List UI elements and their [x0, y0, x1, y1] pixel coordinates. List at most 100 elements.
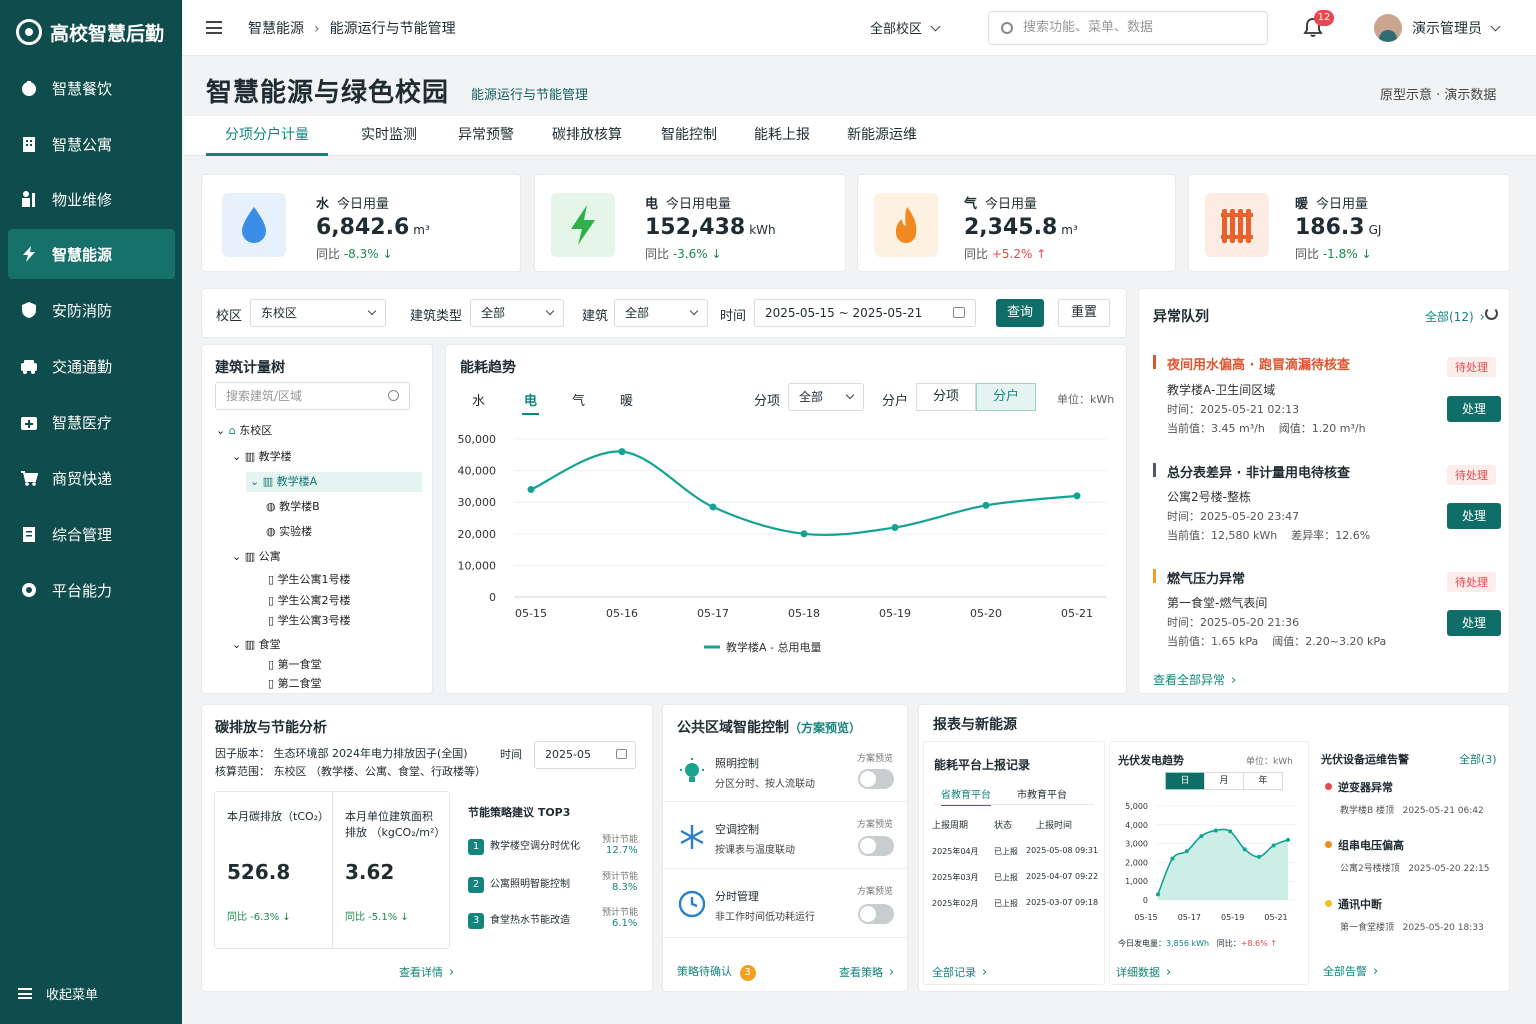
campus-filter[interactable]: 东校区 [250, 299, 386, 327]
top-item[interactable]: 1 教学楼空调分时优化 [468, 837, 580, 855]
pending-strategy[interactable]: 策略待确认 3 [677, 963, 756, 981]
tree-search-input[interactable]: 搜索建筑/区域 [215, 382, 410, 410]
top-bar: 智慧能源 › 能源运行与节能管理 全部校区 搜索功能、菜单、数据 12 演示管理员 [182, 0, 1536, 56]
tree-node[interactable]: ⌄ ⌂ 东校区 [216, 421, 272, 441]
mode-split-button[interactable]: 分项 [916, 383, 976, 411]
tab-new-energy[interactable]: 新能源运维 [836, 116, 928, 156]
refresh-icon[interactable] [1485, 307, 1498, 320]
view-all-alarms-link[interactable]: 查看全部异常 [1153, 671, 1236, 688]
all-records-link[interactable]: 全部记录 [932, 964, 987, 980]
reset-button[interactable]: 重置 [1058, 299, 1110, 327]
date-range-picker[interactable]: 2025-05-15 ~ 2025-05-21 [754, 299, 976, 327]
carbon-metrics: 本月碳排放（tCO₂） 526.8 同比 -6.3% ↓ 本月单位建筑面积 排放… [214, 791, 450, 949]
mode-household-button[interactable]: 分户 [976, 383, 1036, 411]
top-item[interactable]: 3 食堂热水节能改造 [468, 911, 570, 929]
sidebar-item-admin[interactable]: 综合管理 [8, 509, 175, 559]
tree-node[interactable]: ▯ 第一食堂 [268, 655, 322, 675]
search-input[interactable]: 搜索功能、菜单、数据 [988, 11, 1268, 45]
tab-alert[interactable]: 异常预警 [442, 116, 530, 156]
top-item[interactable]: 2 公寓照明智能控制 [468, 875, 570, 893]
handle-button[interactable]: 处理 [1447, 610, 1501, 636]
sidebar-item-security[interactable]: 安防消防 [8, 285, 175, 335]
tab-monitor[interactable]: 实时监测 [344, 116, 434, 156]
tree-node[interactable]: ◍ 实验楼 [266, 522, 312, 542]
sidebar-item-maintenance[interactable]: 物业维修 [8, 174, 175, 224]
sidebar-item-apartment[interactable]: 智慧公寓 [8, 119, 175, 169]
tree-node[interactable]: ▯ 学生公寓1号楼 [268, 570, 351, 590]
filter-bar: 校区 东校区 建筑类型 全部 建筑 全部 时间 2025-05-15 ~ 202… [201, 288, 1127, 338]
logo-icon [16, 19, 42, 45]
tree-node[interactable]: ⌄ ▥ 食堂 [232, 635, 281, 655]
chevron-down-icon [367, 306, 377, 316]
pv-point [1199, 834, 1204, 839]
tab-report[interactable]: 能耗上报 [742, 116, 822, 156]
tab-metering[interactable]: 分项分户计量 [206, 116, 328, 156]
tree-node[interactable]: ◍ 教学楼B [266, 497, 320, 517]
energy-tab-heating[interactable]: 暖 [620, 390, 633, 409]
search-icon [388, 390, 399, 401]
carbon-detail-link[interactable]: 查看详情 [399, 964, 454, 980]
split-select[interactable]: 全部 [788, 383, 864, 411]
tree-node[interactable]: ▯ 学生公寓2号楼 [268, 591, 351, 611]
month-picker[interactable]: 2025-05 [534, 741, 636, 769]
handle-button[interactable]: 处理 [1447, 396, 1501, 422]
schedule-toggle[interactable] [858, 904, 894, 924]
handle-button[interactable]: 处理 [1447, 503, 1501, 529]
alarm-all-link[interactable]: 全部(12) [1425, 308, 1485, 325]
building-tree-panel: 建筑计量树 搜索建筑/区域 ⌄ ⌂ 东校区 ⌄ ▥ 教学楼 ⌄ ▥ 教学楼A ◍… [201, 344, 433, 694]
tab-bar: 分项分户计量 实时监测 异常预警 碳排放核算 智能控制 能耗上报 新能源运维 [184, 116, 1536, 156]
alarm-dot [1325, 783, 1332, 790]
avatar[interactable] [1374, 14, 1402, 42]
sidebar-item-commerce[interactable]: 商贸快递 [8, 453, 175, 503]
app-logo[interactable]: 高校智慧后勤 [0, 0, 182, 64]
lighting-toggle[interactable] [858, 769, 894, 789]
alarm-dot [1325, 841, 1332, 848]
pv-alarm-all[interactable]: 全部(3) [1459, 751, 1497, 767]
x-tick-label: 05-16 [606, 607, 638, 620]
sidebar-item-energy[interactable]: 智慧能源 [8, 229, 175, 279]
sidebar-item-traffic[interactable]: 交通通勤 [8, 341, 175, 391]
view-strategy-link[interactable]: 查看策略 [839, 964, 894, 980]
pv-point [1271, 843, 1276, 848]
query-button[interactable]: 查询 [996, 299, 1044, 327]
sidebar-item-dining[interactable]: 智慧餐饮 [8, 63, 175, 113]
tree-node[interactable]: ⌄ ▥ 教学楼 [232, 447, 292, 467]
pv-day-button[interactable]: 日 [1165, 772, 1205, 790]
alarm-dot [1325, 900, 1332, 907]
ac-toggle[interactable] [858, 836, 894, 856]
kpi-card-electric: 电今日用电量 152,438 kWh 同比 -3.6% ↓ [534, 174, 846, 272]
collapse-menu-button[interactable]: 收起菜单 [18, 984, 98, 1003]
building-type-filter[interactable]: 全部 [470, 299, 564, 327]
tab-city[interactable]: 市教育平台 [1017, 786, 1067, 801]
sidebar-item-platform[interactable]: 平台能力 [8, 565, 175, 615]
notification-badge: 12 [1314, 10, 1334, 26]
all-pv-alarms-link[interactable]: 全部告警 [1323, 963, 1378, 979]
energy-tab-electric[interactable]: 电 [522, 390, 540, 415]
tree-node[interactable]: ▯ 第二食堂 [268, 674, 322, 694]
tree-node[interactable]: ▯ 学生公寓3号楼 [268, 611, 351, 631]
pv-year-button[interactable]: 年 [1243, 772, 1283, 790]
y-tick-label: 20,000 [458, 528, 497, 541]
tree-node[interactable]: ⌄ ▥ 公寓 [232, 547, 281, 567]
pv-month-button[interactable]: 月 [1204, 772, 1244, 790]
gear-icon [20, 581, 38, 599]
energy-tab-water[interactable]: 水 [472, 390, 485, 409]
tab-province[interactable]: 省教育平台 [941, 786, 991, 806]
worker-icon [20, 190, 38, 208]
sidebar-item-medical[interactable]: 智慧医疗 [8, 397, 175, 447]
pv-detail-link[interactable]: 详细数据 [1116, 964, 1171, 980]
tab-carbon[interactable]: 碳排放核算 [540, 116, 634, 156]
user-menu[interactable]: 演示管理员 [1412, 18, 1501, 38]
hamburger-icon[interactable] [206, 21, 222, 34]
building-filter[interactable]: 全部 [614, 299, 708, 327]
app-title: 高校智慧后勤 [50, 22, 165, 45]
tree-node[interactable]: ⌄ ▥ 教学楼A [246, 472, 422, 492]
radiator-icon [1205, 193, 1269, 257]
chevron-down-icon [930, 21, 941, 32]
y-tick-label: 2,000 [1125, 858, 1148, 867]
sidebar: 高校智慧后勤 智慧餐饮 智慧公寓 物业维修 智慧能源 安防消防 交通通勤 智慧医… [0, 0, 182, 1024]
energy-tab-gas[interactable]: 气 [572, 390, 585, 409]
campus-select[interactable]: 全部校区 [870, 18, 941, 37]
snowflake-icon [680, 825, 704, 849]
tab-control[interactable]: 智能控制 [648, 116, 730, 156]
